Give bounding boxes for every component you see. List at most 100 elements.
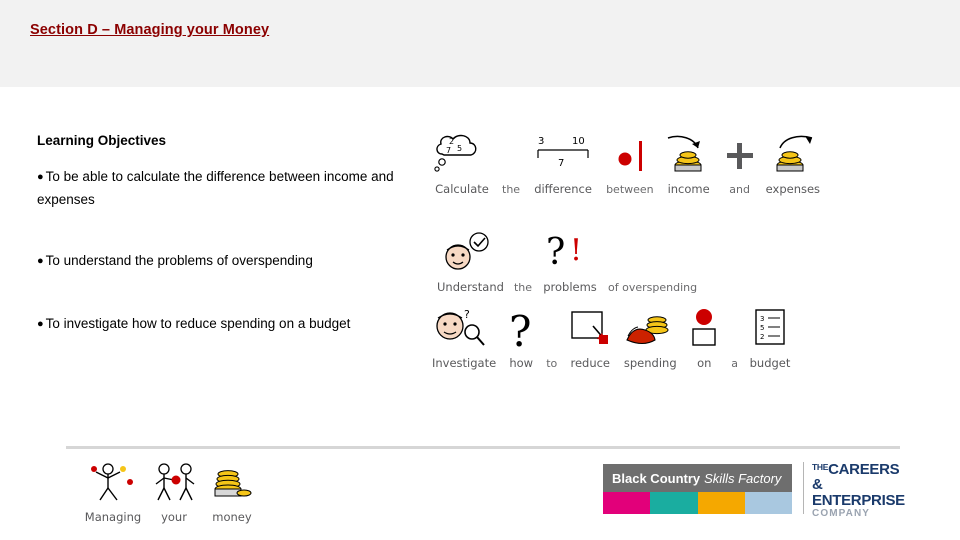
symbol-label: Investigate (432, 356, 497, 370)
red-circle-square-icon (687, 306, 721, 352)
head-checkmark-icon (441, 230, 499, 276)
symbol-label: between (606, 183, 654, 196)
learning-objective-item: ● To understand the problems of overspend… (37, 249, 407, 272)
symbol-cell: the (514, 231, 532, 294)
ce-the: THE (812, 462, 829, 472)
coins-stack-icon (206, 460, 258, 506)
bcsf-name-bar: Black Country Skills Factory (603, 464, 792, 492)
svg-text:?: ? (509, 307, 532, 352)
symbol-cell: ? ! problems (542, 230, 598, 294)
thought-bubble-numbers-icon: 2 5 7 (432, 132, 492, 178)
symbol-label: your (161, 510, 187, 524)
number-line-3-10-icon: 3 10 7 (530, 132, 596, 178)
header-band (0, 0, 960, 87)
symbol-cell: Understand (437, 230, 504, 294)
symbol-label: budget (749, 356, 791, 370)
logo-divider (803, 462, 804, 514)
learning-objective-item: ● To investigate how to reduce spending o… (37, 312, 407, 335)
svg-text:!: ! (570, 233, 582, 268)
careers-enterprise-company-logo: THECAREERS & ENTERPRISE COMPANY (812, 462, 912, 519)
symbol-cell: reduce (567, 306, 613, 370)
symbol-cell: of overspending (608, 231, 697, 294)
symbol-label: Calculate (435, 182, 489, 196)
bcsf-bar-pink (603, 492, 651, 514)
symbol-row-calculate: 2 5 7 Calculate the 3 10 7 difference be… (432, 132, 820, 196)
divider (66, 446, 900, 449)
symbol-label: difference (534, 182, 592, 196)
symbol-label: income (667, 182, 710, 196)
symbol-label: spending (623, 356, 677, 370)
symbol-cell: Managing (84, 460, 142, 524)
symbol-cell: 2 5 7 Calculate (432, 132, 492, 196)
symbol-label: how (509, 356, 534, 370)
symbol-cell: on (687, 306, 721, 370)
hand-coins-icon (623, 306, 677, 352)
ce-line3: COMPANY (812, 508, 871, 519)
symbol-cell: income (664, 132, 714, 196)
bcsf-bar-teal (650, 492, 698, 514)
symbol-cell: ? Investigate (432, 306, 496, 370)
square-arrow-down-icon (567, 306, 613, 352)
symbol-label: money (212, 510, 252, 524)
symbol-cell: the (502, 133, 520, 196)
ce-line1-row: THECAREERS & (812, 462, 912, 492)
bullet-icon: ● (37, 255, 44, 267)
symbol-cell: a (731, 307, 738, 370)
svg-text:?: ? (546, 232, 565, 273)
symbol-label: on (697, 356, 712, 370)
svg-text:2: 2 (449, 137, 454, 146)
symbol-cell: between (606, 133, 654, 196)
symbol-cell: spending (623, 306, 677, 370)
symbol-label: Managing (84, 510, 142, 524)
person-juggling-icon (84, 460, 142, 506)
symbol-cell: expenses (766, 132, 820, 196)
svg-text:7: 7 (558, 158, 564, 169)
svg-text:5: 5 (457, 144, 462, 153)
question-exclamation-icon: ? ! (542, 230, 598, 276)
symbol-row-managing-your-money: Managing your money (84, 460, 258, 524)
budget-list-icon: 3 5 2 (748, 306, 792, 352)
symbol-row-understand: Understand the ? ! problems of overspend… (437, 230, 697, 294)
bullet-icon: ● (37, 171, 44, 183)
symbol-label: to (546, 357, 558, 370)
coins-arrow-in-icon (664, 132, 714, 178)
learning-objective-text: To investigate how to reduce spending on… (45, 316, 351, 331)
question-mark-icon: ? (506, 306, 536, 352)
symbol-label: a (731, 357, 738, 370)
svg-text:3: 3 (760, 315, 764, 323)
bcsf-bar-blue (744, 492, 792, 514)
symbol-cell: 3 10 7 difference (530, 132, 596, 196)
svg-text:10: 10 (572, 136, 585, 147)
symbol-cell: and (724, 133, 756, 196)
symbol-label: Understand (437, 280, 504, 294)
bcsf-bar-orange (697, 492, 745, 514)
svg-text:?: ? (464, 308, 470, 321)
svg-text:5: 5 (760, 324, 764, 332)
learning-objective-text: To be able to calculate the difference b… (37, 169, 394, 208)
plus-sign-icon (724, 133, 756, 179)
bcsf-name-italic: Skills Factory (704, 470, 782, 486)
learning-objective-item: ● To be able to calculate the difference … (37, 165, 407, 211)
symbol-label: reduce (570, 356, 611, 370)
svg-text:2: 2 (760, 333, 764, 341)
symbol-cell: your (152, 460, 196, 524)
symbol-label: the (513, 281, 533, 294)
symbol-cell: ? how (506, 306, 536, 370)
symbol-label: expenses (765, 182, 821, 196)
symbol-row-investigate: ? Investigate ? how to reduce spending o… (432, 306, 792, 370)
svg-text:7: 7 (446, 146, 451, 155)
svg-text:3: 3 (538, 136, 544, 147)
symbol-label: of overspending (608, 281, 698, 294)
slide: Section D – Managing your Money Learning… (0, 0, 960, 540)
symbol-label: problems (543, 280, 597, 294)
ce-line2: ENTERPRISE (812, 492, 905, 509)
learning-objective-text: To understand the problems of overspendi… (45, 253, 313, 268)
symbol-cell: 3 5 2 budget (748, 306, 792, 370)
two-people-icon (152, 460, 196, 506)
symbol-cell: money (206, 460, 258, 524)
symbol-label: and (729, 183, 750, 196)
symbol-label: the (502, 183, 521, 196)
bullet-icon: ● (37, 318, 44, 330)
head-magnifier-icon: ? (432, 306, 496, 352)
coins-arrow-out-icon (768, 132, 818, 178)
